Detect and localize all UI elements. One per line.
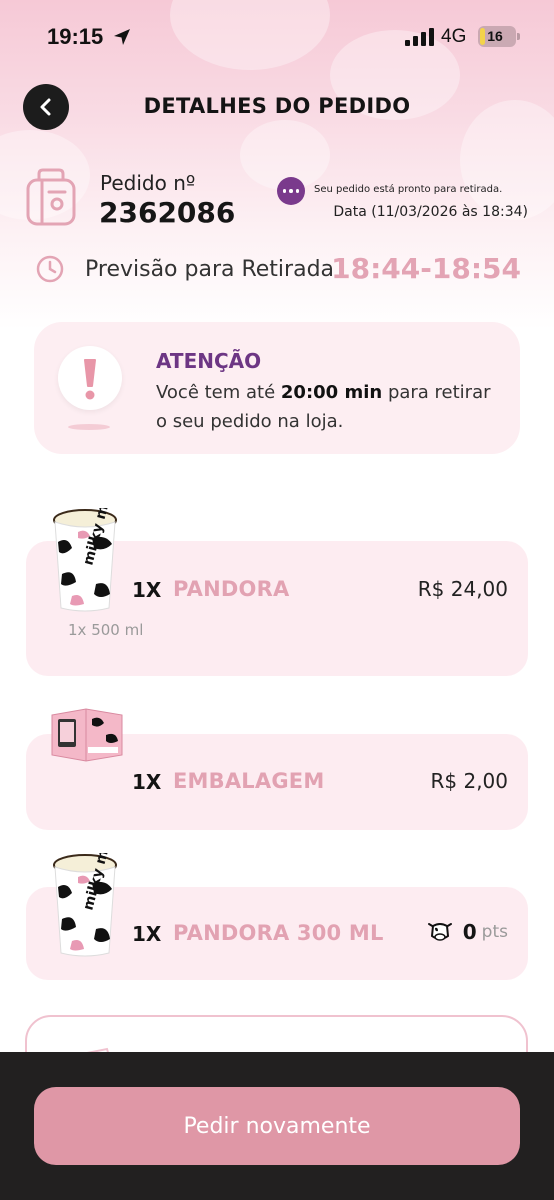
status-more-icon	[277, 177, 305, 205]
item-price: R$ 24,00	[417, 577, 508, 601]
reorder-button[interactable]: Pedir novamente	[34, 1087, 520, 1165]
order-number: 2362086	[99, 196, 236, 229]
order-status: Seu pedido está pronto para retirada.	[314, 184, 503, 195]
attention-highlight: 20:00 min	[280, 382, 383, 403]
points-value: 0	[462, 920, 477, 944]
attention-text: Você tem até 20:00 min para retirar o se…	[156, 382, 491, 432]
status-bar: 19:15 4G 16	[0, 0, 554, 72]
pickup-time: 18:44-18:54	[331, 252, 521, 285]
item-name: PANDORA	[173, 577, 290, 601]
milkshake-cup-image: milky moo	[53, 508, 117, 612]
clock-icon	[36, 255, 64, 283]
item-name: EMBALAGEM	[173, 769, 325, 793]
order-date: Data (11/03/2026 às 18:34)	[333, 204, 528, 220]
item-points: 0 pts	[427, 920, 508, 944]
item-quantity: 1X	[132, 770, 162, 794]
battery-icon: 16	[478, 26, 520, 47]
warning-icon	[58, 346, 122, 410]
pickup-label: Previsão para Retirada	[85, 257, 335, 282]
shopping-bag-icon	[26, 168, 76, 226]
page-title: DETALHES DO PEDIDO	[143, 94, 411, 118]
item-quantity: 1X	[132, 922, 162, 946]
status-time: 19:15	[47, 24, 104, 49]
milkshake-cup-image: milky moo	[53, 853, 117, 957]
item-quantity: 1X	[132, 578, 162, 602]
battery-level: 16	[487, 28, 503, 44]
item-price: R$ 2,00	[430, 769, 508, 793]
location-arrow-icon	[114, 29, 130, 45]
item-name: PANDORA 300 ML	[173, 921, 384, 945]
attention-card: ATENÇÃO Você tem até 20:00 min para reti…	[34, 322, 520, 454]
cow-icon	[427, 923, 452, 941]
signal-icon	[405, 28, 435, 46]
points-unit: pts	[481, 922, 508, 942]
attention-title: ATENÇÃO	[156, 349, 262, 373]
order-label: Pedido nº	[100, 171, 196, 195]
packaging-box-image	[51, 708, 123, 762]
network-label: 4G	[441, 26, 467, 47]
item-detail: 1x 500 ml	[68, 621, 144, 639]
